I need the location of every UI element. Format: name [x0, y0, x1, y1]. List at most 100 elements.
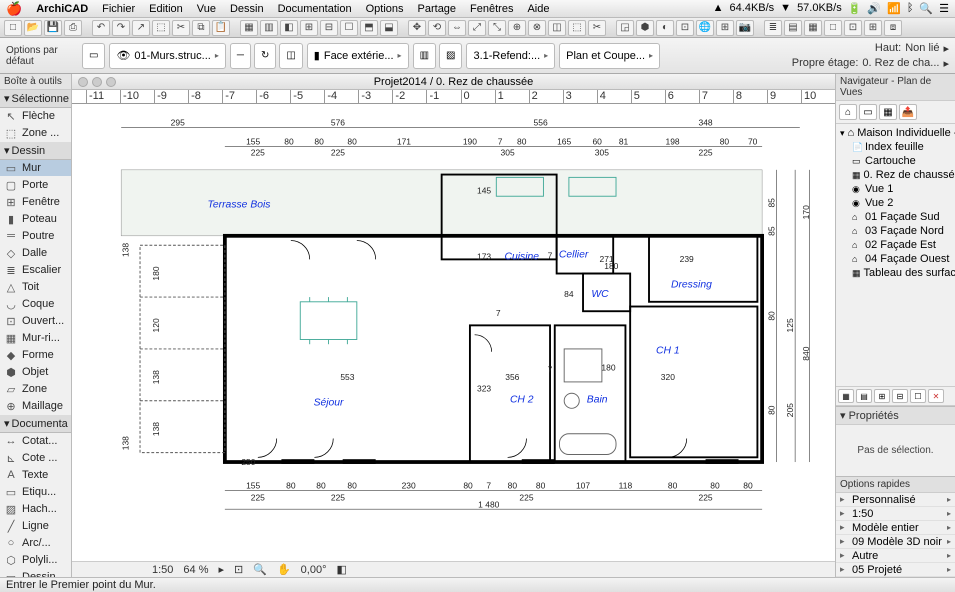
- tool-poteau[interactable]: ▮Poteau: [0, 211, 71, 228]
- tool-maillage[interactable]: ⊕Maillage: [0, 398, 71, 415]
- tb-t4-icon[interactable]: ⊞: [300, 20, 318, 36]
- zoom-out-icon[interactable]: ▸: [219, 563, 225, 576]
- menu-partage[interactable]: Partage: [418, 3, 457, 15]
- close-window-icon[interactable]: [78, 77, 88, 87]
- navigator-tree[interactable]: ▾⌂ Maison Individuelle - E 📄Index feuill…: [836, 124, 955, 386]
- face-dropdown[interactable]: ▮ Face extérie... ▸: [307, 43, 409, 69]
- tb-v1-icon[interactable]: ≣: [764, 20, 782, 36]
- wifi-icon[interactable]: 📶: [887, 2, 901, 15]
- tb-v5-icon[interactable]: ⊡: [844, 20, 862, 36]
- nav-tab-publisher-icon[interactable]: 📤: [899, 104, 917, 120]
- tool-etiqu[interactable]: ▭Etiqu...: [0, 484, 71, 501]
- tb-t1-icon[interactable]: ▦: [240, 20, 258, 36]
- quickopt-row[interactable]: ▸Modèle entier▸: [836, 521, 955, 535]
- tb-copy-icon[interactable]: ⧉: [192, 20, 210, 36]
- menu-edition[interactable]: Edition: [149, 3, 183, 15]
- tb-t7-icon[interactable]: ⬒: [360, 20, 378, 36]
- nav-item[interactable]: ⌂02 Façade Est: [838, 238, 953, 252]
- tb-m8-icon[interactable]: ◫: [548, 20, 566, 36]
- wall-icon-button[interactable]: ▭: [82, 43, 105, 69]
- tb-cut-icon[interactable]: ✂: [172, 20, 190, 36]
- zoom-value[interactable]: 64 %: [183, 564, 208, 576]
- tool-fentre[interactable]: ⊞Fenêtre: [0, 194, 71, 211]
- geom-3-button[interactable]: ◫: [279, 43, 302, 69]
- nav-item[interactable]: ▦0. Rez de chaussée: [838, 168, 953, 182]
- toolbox-select-header[interactable]: ▾Sélectionne: [0, 90, 71, 108]
- quickopts-title[interactable]: Options rapides: [836, 477, 955, 493]
- compass-icon[interactable]: ◧: [336, 563, 346, 576]
- tool-dessin[interactable]: ▭Dessin: [0, 569, 71, 577]
- menu-fichier[interactable]: Fichier: [102, 3, 135, 15]
- tool-cotat[interactable]: ↔Cotat...: [0, 433, 71, 450]
- menu-options[interactable]: Options: [366, 3, 404, 15]
- tb-v2-icon[interactable]: ▤: [784, 20, 802, 36]
- tool-forme[interactable]: ◆Forme: [0, 347, 71, 364]
- tb-marquee-icon[interactable]: ⬚: [152, 20, 170, 36]
- etage-value[interactable]: 0. Rez de cha...: [862, 57, 939, 69]
- tool-objet[interactable]: ⬢Objet: [0, 364, 71, 381]
- nav-item[interactable]: ◉Vue 2: [838, 196, 953, 210]
- apple-icon[interactable]: 🍎: [6, 1, 22, 17]
- tb-t2-icon[interactable]: ▥: [260, 20, 278, 36]
- tb-t8-icon[interactable]: ⬓: [380, 20, 398, 36]
- struct-1-button[interactable]: ▥: [413, 43, 436, 69]
- tool-porte[interactable]: ▢Porte: [0, 177, 71, 194]
- tb-v6-icon[interactable]: ⊞: [864, 20, 882, 36]
- tb-plot-icon[interactable]: ⎙: [64, 20, 82, 36]
- struct-2-button[interactable]: ▨: [439, 43, 462, 69]
- tb-3d5-icon[interactable]: 🌐: [696, 20, 714, 36]
- nav-item[interactable]: ⌂03 Façade Nord: [838, 224, 953, 238]
- nav-btn5-icon[interactable]: ☐: [910, 389, 926, 403]
- app-name[interactable]: ArchiCAD: [36, 3, 88, 15]
- tb-m10-icon[interactable]: ✂: [588, 20, 606, 36]
- menu-fenetres[interactable]: Fenêtres: [470, 3, 513, 15]
- bt-icon[interactable]: ᛒ: [907, 2, 914, 15]
- tb-m9-icon[interactable]: ⬚: [568, 20, 586, 36]
- quickopt-row[interactable]: ▸1:50▸: [836, 507, 955, 521]
- nav-btn2-icon[interactable]: ▤: [856, 389, 872, 403]
- nav-item[interactable]: ⌂04 Façade Ouest: [838, 252, 953, 266]
- geom-2-button[interactable]: ↻: [254, 43, 276, 69]
- quickopt-row[interactable]: ▸05 Projeté▸: [836, 563, 955, 577]
- tb-redo-icon[interactable]: ↷: [112, 20, 130, 36]
- zoom-window-icon[interactable]: [106, 77, 116, 87]
- menu-aide[interactable]: Aide: [527, 3, 549, 15]
- tool-polyli[interactable]: ⬡Polyli...: [0, 552, 71, 569]
- nav-btn1-icon[interactable]: ▦: [838, 389, 854, 403]
- tb-m1-icon[interactable]: ✥: [408, 20, 426, 36]
- quickopt-row[interactable]: ▸Personnalisé▸: [836, 493, 955, 507]
- geom-1-button[interactable]: ─: [230, 43, 251, 69]
- nav-tab-views-icon[interactable]: ▭: [859, 104, 877, 120]
- tb-m2-icon[interactable]: ⟲: [428, 20, 446, 36]
- nav-root[interactable]: ▾⌂ Maison Individuelle - E: [838, 126, 953, 140]
- tb-paste-icon[interactable]: 📋: [212, 20, 230, 36]
- tool-flche[interactable]: ↖Flèche: [0, 108, 71, 125]
- tb-new-icon[interactable]: □: [4, 20, 22, 36]
- nav-btn3-icon[interactable]: ⊞: [874, 389, 890, 403]
- tool-arc[interactable]: ○Arc/...: [0, 535, 71, 552]
- tool-cote[interactable]: ⊾Cote ...: [0, 450, 71, 467]
- battery-icon[interactable]: 🔋: [848, 2, 862, 15]
- tool-ouvert[interactable]: ⊡Ouvert...: [0, 313, 71, 330]
- angle-value[interactable]: 0,00°: [301, 564, 327, 576]
- haut-value[interactable]: Non lié: [905, 42, 939, 54]
- pan-icon[interactable]: ✋: [277, 563, 291, 576]
- volume-icon[interactable]: 🔊: [867, 2, 881, 15]
- tb-3d1-icon[interactable]: ◲: [616, 20, 634, 36]
- tb-save-icon[interactable]: 💾: [44, 20, 62, 36]
- tb-cam-icon[interactable]: 📷: [736, 20, 754, 36]
- nav-item[interactable]: ◉Vue 1: [838, 182, 953, 196]
- tb-3d6-icon[interactable]: ⊞: [716, 20, 734, 36]
- tb-t6-icon[interactable]: ☐: [340, 20, 358, 36]
- notif-icon[interactable]: ☰: [939, 2, 949, 15]
- tool-zone[interactable]: ⬚Zone ...: [0, 125, 71, 142]
- tb-m6-icon[interactable]: ⊕: [508, 20, 526, 36]
- spotlight-icon[interactable]: 🔍: [919, 2, 933, 15]
- tb-m7-icon[interactable]: ⊗: [528, 20, 546, 36]
- menu-vue[interactable]: Vue: [197, 3, 216, 15]
- tb-v4-icon[interactable]: □: [824, 20, 842, 36]
- tool-dalle[interactable]: ◇Dalle: [0, 245, 71, 262]
- tb-undo-icon[interactable]: ↶: [92, 20, 110, 36]
- scale-value[interactable]: 1:50: [152, 564, 173, 576]
- nav-tab-layouts-icon[interactable]: ▦: [879, 104, 897, 120]
